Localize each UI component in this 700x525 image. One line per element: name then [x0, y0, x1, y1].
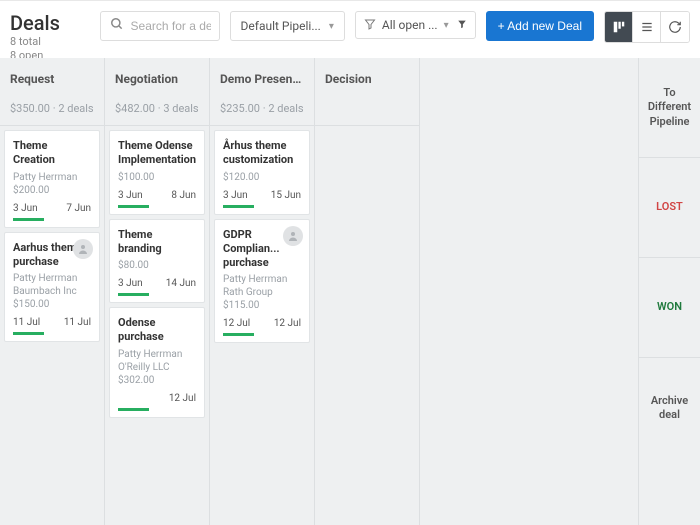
deal-card[interactable]: Odense purchase Patty HerrmanO'Reilly LLC…	[109, 307, 205, 418]
column-cards	[315, 126, 419, 134]
deal-card[interactable]: Århus theme customization $120.00 3 Jun15 …	[214, 130, 310, 215]
column-title: Request	[10, 72, 94, 86]
lost-button[interactable]: LOST	[639, 158, 700, 258]
deal-dates: 3 Jun14 Jun	[118, 278, 196, 289]
deal-amount: $150.00	[13, 298, 91, 311]
page-title: Deals	[10, 11, 60, 35]
deal-dates: 12 Jul12 Jul	[223, 318, 301, 329]
deal-title: Theme Odense Implementation	[118, 139, 196, 168]
column-title: Negotiation	[115, 72, 199, 86]
kanban-column: Demo Presentati... $235.00 · 2 deals Århus…	[210, 58, 315, 525]
deal-dates: 3 Jun8 Jun	[118, 190, 196, 201]
add-deal-button[interactable]: + Add new Deal	[486, 11, 594, 41]
funnel-icon	[457, 19, 467, 31]
kanban-board: Request $350.00 · 2 deals Theme Creation Pa…	[0, 58, 700, 525]
side-actions: To Different Pipeline LOST WON Archive d…	[638, 58, 700, 525]
progress-bar	[223, 205, 254, 208]
deal-title: Odense purchase	[118, 316, 196, 345]
progress-bar	[13, 332, 44, 335]
refresh-icon[interactable]	[661, 12, 689, 42]
pipeline-select-label: Default Pipeli...	[241, 19, 321, 33]
deal-person: Patty Herrman	[223, 273, 301, 286]
column-summary: $350.00 · 2 deals	[10, 102, 94, 115]
chevron-down-icon: ▾	[444, 20, 449, 31]
column-cards: Theme CreationPatty Herrman$200.003 Jun7…	[0, 126, 104, 346]
deal-person: Patty Herrman	[118, 348, 196, 361]
column-title: Demo Presentati...	[220, 72, 304, 86]
deal-person: Patty Herrman	[13, 272, 91, 285]
deal-title: Århus theme customization	[223, 139, 301, 168]
column-title: Decision	[325, 72, 409, 86]
deal-dates: 12 Jul	[118, 393, 196, 404]
column-header: Negotiation $482.00 · 3 deals	[105, 58, 209, 126]
deal-dates: 3 Jun15 Jun	[223, 190, 301, 201]
deal-title: Theme Creation	[13, 139, 91, 168]
deal-org: Rath Group	[223, 286, 301, 299]
view-switcher	[604, 11, 690, 43]
kanban-view-icon[interactable]	[605, 12, 633, 42]
archive-button[interactable]: Archive deal	[639, 358, 700, 458]
deal-amount: $80.00	[118, 259, 196, 272]
column-header: Demo Presentati... $235.00 · 2 deals	[210, 58, 314, 126]
deal-card[interactable]: Theme Creation Patty Herrman$200.00 3 Jun7…	[4, 130, 100, 228]
filter-select-label: All open ...	[382, 18, 438, 32]
move-pipeline-button[interactable]: To Different Pipeline	[639, 58, 700, 158]
deal-org: Baumbach Inc	[13, 285, 91, 298]
kanban-column: Request $350.00 · 2 deals Theme Creation Pa…	[0, 58, 105, 525]
funnel-icon	[364, 18, 376, 32]
kanban-column: Negotiation $482.00 · 3 deals Theme Odense…	[105, 58, 210, 525]
progress-bar	[118, 205, 149, 208]
column-header: Decision	[315, 58, 419, 126]
progress-bar	[118, 408, 149, 411]
deal-card[interactable]: Theme Odense Implementation $100.00 3 Jun8…	[109, 130, 205, 215]
pipeline-select[interactable]: Default Pipeli... ▾	[230, 11, 345, 41]
progress-bar	[223, 333, 254, 336]
column-summary: $235.00 · 2 deals	[220, 102, 304, 115]
column-summary: $482.00 · 3 deals	[115, 102, 199, 115]
deal-amount: $120.00	[223, 171, 301, 184]
filter-select[interactable]: All open ... ▾	[355, 11, 476, 39]
deal-amount: $115.00	[223, 299, 301, 312]
search-wrap	[100, 11, 220, 41]
deal-card[interactable]: GDPR Complian... purchasePatty HerrmanRa…	[214, 219, 310, 344]
chevron-down-icon: ▾	[329, 21, 334, 32]
total-count: 8 total	[10, 35, 60, 49]
kanban-column: Decision	[315, 58, 420, 525]
deal-card[interactable]: Aarhus theme purchasePatty HerrmanBaumba…	[4, 232, 100, 343]
list-view-icon[interactable]	[633, 12, 661, 42]
column-cards: Århus theme customization $120.00 3 Jun15 …	[210, 126, 314, 347]
deal-org: O'Reilly LLC	[118, 361, 196, 374]
progress-bar	[118, 293, 149, 296]
deal-amount: $302.00	[118, 374, 196, 387]
deal-title: Theme branding	[118, 228, 196, 257]
deal-amount: $200.00	[13, 184, 91, 197]
search-icon	[110, 17, 124, 35]
deal-dates: 11 Jul11 Jul	[13, 317, 91, 328]
deal-dates: 3 Jun7 Jun	[13, 203, 91, 214]
avatar-icon	[73, 239, 93, 259]
deal-card[interactable]: Theme branding $80.00 3 Jun14 Jun	[109, 219, 205, 304]
column-header: Request $350.00 · 2 deals	[0, 58, 104, 126]
avatar-icon	[283, 226, 303, 246]
progress-bar	[13, 218, 44, 221]
title-block: Deals 8 total 8 open	[10, 11, 60, 64]
column-cards: Theme Odense Implementation $100.00 3 Jun8…	[105, 126, 209, 422]
deal-amount: $100.00	[118, 171, 196, 184]
won-button[interactable]: WON	[639, 258, 700, 358]
deal-person: Patty Herrman	[13, 171, 91, 184]
